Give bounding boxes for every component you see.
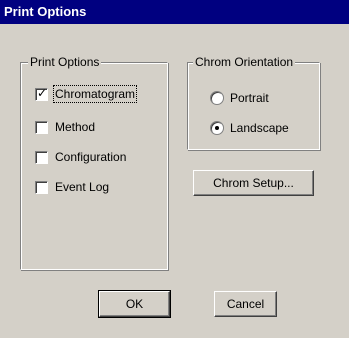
chrom-setup-button[interactable]: Chrom Setup... [193,170,314,196]
checkbox-configuration[interactable]: Configuration [35,149,126,165]
checkbox-label: Event Log [55,180,110,194]
checkbox-box[interactable] [35,120,48,134]
checkbox-method[interactable]: Method [35,119,95,135]
window-title: Print Options [4,4,87,19]
checkbox-event-log[interactable]: Event Log [35,179,109,195]
chrom-orientation-legend: Chrom Orientation [193,55,296,69]
radio-portrait[interactable]: Portrait [210,90,269,106]
radio-label: Landscape [230,121,289,135]
checkbox-label: Configuration [55,150,127,164]
checkbox-label: Method [55,120,96,134]
checkbox-box[interactable] [35,150,48,164]
print-options-dialog: Print Options Print Options ✓ Chromatogr… [0,0,349,338]
radio-landscape[interactable]: Landscape [210,120,289,136]
checkbox-box[interactable]: ✓ [35,85,48,101]
radio-button[interactable] [210,91,224,105]
ok-button[interactable]: OK [98,290,171,318]
cancel-button[interactable]: Cancel [214,291,277,317]
checkbox-box[interactable] [35,180,48,194]
chrom-orientation-group: Chrom Orientation Portrait Landscape [187,55,320,150]
radio-button[interactable] [210,121,224,135]
checkbox-label: Chromatogram [52,85,138,103]
radio-label: Portrait [230,91,269,105]
checkbox-chromatogram[interactable]: ✓ Chromatogram [35,85,138,103]
radio-selected-dot [215,126,219,130]
check-icon: ✓ [37,85,48,100]
print-options-legend: Print Options [28,55,102,69]
title-bar[interactable]: Print Options [0,0,349,24]
print-options-group: Print Options ✓ Chromatogram Method Conf… [20,55,168,270]
